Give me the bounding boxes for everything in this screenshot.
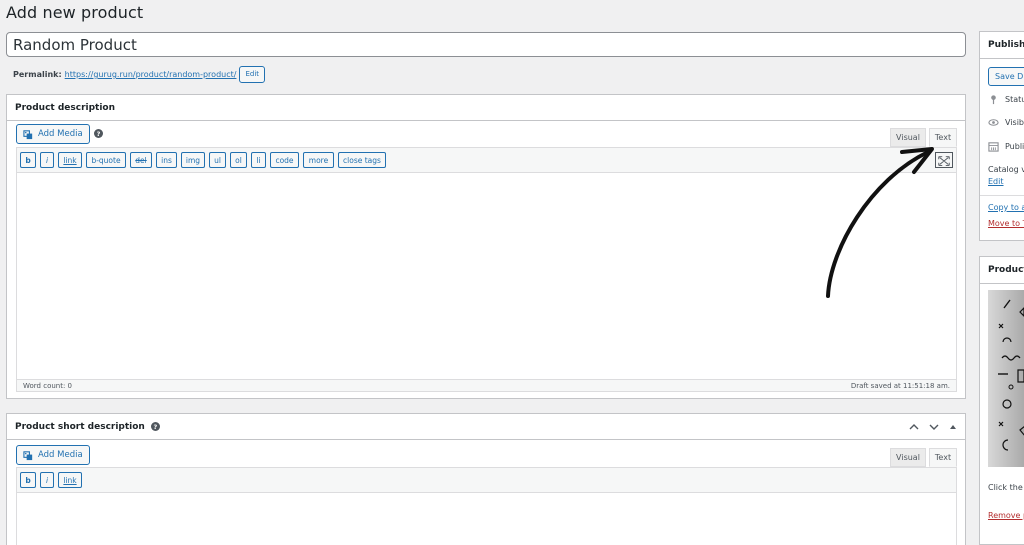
visibility-label: Visib xyxy=(1005,118,1024,127)
quicktag-link[interactable]: link xyxy=(58,152,82,168)
publish-date-row: Publi xyxy=(988,141,1024,152)
publish-header: Publish xyxy=(980,32,1024,59)
catalog-edit-link[interactable]: Edit xyxy=(988,177,1004,186)
add-media-icon xyxy=(23,450,33,460)
remove-image-link[interactable]: Remove p xyxy=(988,511,1024,520)
eye-icon xyxy=(988,119,999,126)
short-quicktag-italic[interactable]: i xyxy=(40,472,54,488)
short-description-textarea[interactable] xyxy=(16,493,957,545)
chevron-up-icon[interactable] xyxy=(909,423,919,431)
quicktag-close-tags[interactable]: close tags xyxy=(338,152,386,168)
calendar-icon xyxy=(988,142,999,152)
publish-box: Publish Save Dr Statu Visib Publi Catalo… xyxy=(979,31,1024,241)
divider xyxy=(980,195,1024,196)
quicktag-ul[interactable]: ul xyxy=(209,152,226,168)
product-short-description-box: Product short description ? Add Media Vi… xyxy=(6,413,966,545)
short-quicktag-link[interactable]: link xyxy=(58,472,82,488)
editor-statusbar: Word count: 0 Draft saved at 11:51:18 am… xyxy=(16,379,957,392)
permalink-row: Permalink: https://gurug.run/product/ran… xyxy=(13,66,266,83)
add-media-label: Add Media xyxy=(38,129,83,139)
help-icon[interactable]: ? xyxy=(94,129,103,138)
add-media-icon xyxy=(23,129,33,139)
move-to-trash-link[interactable]: Move to T xyxy=(988,219,1024,228)
status-label: Statu xyxy=(1005,95,1024,104)
product-image-box: Product Click the i Remove p xyxy=(979,256,1024,545)
word-count: Word count: 0 xyxy=(23,381,73,390)
pin-icon xyxy=(991,95,996,105)
short-tab-text[interactable]: Text xyxy=(929,448,957,467)
collapse-toggle-icon[interactable] xyxy=(949,423,957,431)
quicktag-ol[interactable]: ol xyxy=(230,152,247,168)
short-description-header: Product short description ? xyxy=(7,414,965,440)
product-description-header: Product description xyxy=(7,95,965,121)
visibility-row: Visib xyxy=(988,117,1024,128)
short-description-title: Product short description xyxy=(15,421,145,432)
set-image-hint: Click the i xyxy=(988,483,1024,492)
published-label: Publi xyxy=(1005,142,1024,151)
quicktag-bquote[interactable]: b-quote xyxy=(86,152,126,168)
quicktag-li[interactable]: li xyxy=(251,152,266,168)
product-description-title: Product description xyxy=(15,102,116,113)
product-title-input[interactable] xyxy=(6,32,966,57)
product-image-pattern xyxy=(998,299,1024,451)
quicktag-italic[interactable]: i xyxy=(40,152,54,168)
short-quicktag-bold[interactable]: b xyxy=(20,472,36,488)
permalink-url[interactable]: https://gurug.run/product/random-product… xyxy=(65,70,237,79)
quicktag-del[interactable]: del xyxy=(130,152,152,168)
save-draft-button[interactable]: Save Dr xyxy=(988,67,1024,86)
quicktag-ins[interactable]: ins xyxy=(156,152,177,168)
annotation-arrow xyxy=(826,147,934,298)
permalink-edit-button[interactable]: Edit xyxy=(239,66,266,83)
draft-saved-status: Draft saved at 11:51:18 am. xyxy=(850,381,950,390)
catalog-visibility-label: Catalog v xyxy=(988,165,1024,174)
short-quicktags-toolbar: b i link xyxy=(16,467,957,493)
quicktag-img[interactable]: img xyxy=(181,152,205,168)
quicktag-code[interactable]: code xyxy=(270,152,299,168)
short-add-media-button[interactable]: Add Media xyxy=(16,445,90,465)
permalink-label: Permalink: xyxy=(13,70,62,79)
chevron-down-icon[interactable] xyxy=(929,423,939,431)
product-image-header: Product xyxy=(980,257,1024,284)
product-image-thumbnail[interactable] xyxy=(988,290,1024,467)
copy-to-draft-link[interactable]: Copy to a xyxy=(988,203,1024,212)
quicktag-more[interactable]: more xyxy=(303,152,334,168)
page-title: Add new product xyxy=(6,3,144,22)
status-row: Statu xyxy=(988,94,1024,105)
short-tab-visual[interactable]: Visual xyxy=(890,448,926,467)
short-add-media-label: Add Media xyxy=(38,450,83,460)
add-media-button[interactable]: Add Media xyxy=(16,124,90,144)
short-description-help-icon[interactable]: ? xyxy=(150,422,160,431)
quicktag-bold[interactable]: b xyxy=(20,152,36,168)
